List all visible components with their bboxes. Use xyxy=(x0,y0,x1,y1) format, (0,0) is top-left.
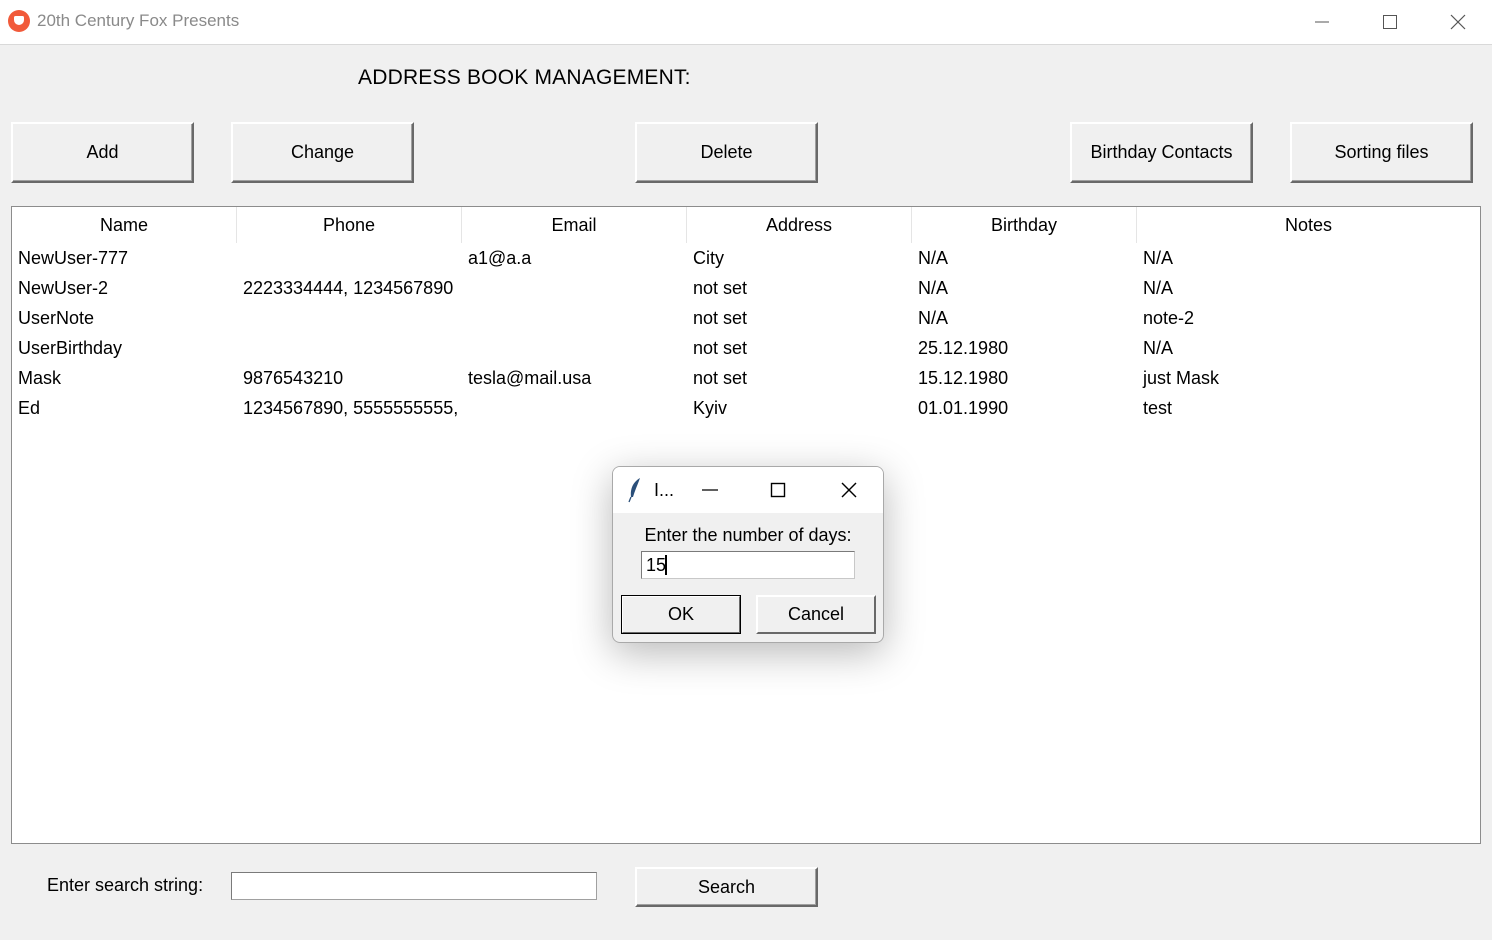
cell-email xyxy=(462,393,687,423)
cell-address: not set xyxy=(693,368,748,388)
column-header-phone[interactable]: Phone xyxy=(237,207,462,243)
cell-birthday: 01.01.1990 xyxy=(918,398,1009,418)
cell-name: UserBirthday xyxy=(18,338,123,358)
cell-notes: note-2 xyxy=(1143,308,1195,328)
table-row[interactable]: Mask 9876543210 tesla@mail.usa not set 1… xyxy=(12,363,1480,393)
cell-birthday: N/A xyxy=(918,248,949,268)
table-row[interactable]: UserBirthday not set 25.12.1980 N/A xyxy=(12,333,1480,363)
column-header-email[interactable]: Email xyxy=(462,207,687,243)
cell-phone: 9876543210 xyxy=(243,368,344,388)
cell-name: UserNote xyxy=(18,308,95,328)
cell-address: Kyiv xyxy=(693,398,728,418)
table-row[interactable]: UserNote not set N/A note-2 xyxy=(12,303,1480,333)
search-input[interactable] xyxy=(231,872,597,900)
close-icon xyxy=(1450,14,1466,30)
delete-button[interactable]: Delete xyxy=(635,122,818,183)
dialog-close-button[interactable] xyxy=(834,475,864,505)
cell-notes: just Mask xyxy=(1143,368,1220,388)
search-button[interactable]: Search xyxy=(635,867,818,907)
minimize-icon xyxy=(1315,21,1329,23)
table-row[interactable]: Ed 1234567890, 5555555555, 11 Kyiv 01.01… xyxy=(12,393,1480,423)
add-button[interactable]: Add xyxy=(11,122,194,183)
cell-name: NewUser-2 xyxy=(18,278,109,298)
cell-email xyxy=(462,273,687,303)
cell-notes: N/A xyxy=(1143,248,1174,268)
cell-address: not set xyxy=(693,278,748,298)
days-input-value: 15 xyxy=(646,555,667,575)
cell-birthday: N/A xyxy=(918,278,949,298)
table-row[interactable]: NewUser-2 2223334444, 1234567890 not set… xyxy=(12,273,1480,303)
text-caret xyxy=(665,555,668,575)
cell-address: City xyxy=(693,248,724,268)
close-icon xyxy=(841,482,857,498)
cell-name: NewUser-777 xyxy=(18,248,129,268)
cell-birthday: 15.12.1980 xyxy=(918,368,1009,388)
fox-icon xyxy=(8,10,30,32)
cell-email: tesla@mail.usa xyxy=(468,368,592,388)
sorting-files-button[interactable]: Sorting files xyxy=(1290,122,1473,183)
page-title: ADDRESS BOOK MANAGEMENT: xyxy=(358,66,691,89)
cell-notes: N/A xyxy=(1143,338,1174,358)
search-label: Enter search string: xyxy=(47,875,204,895)
dialog-minimize-button[interactable] xyxy=(695,475,725,505)
cell-phone xyxy=(237,303,462,333)
column-header-notes[interactable]: Notes xyxy=(1137,207,1480,243)
minimize-button[interactable] xyxy=(1288,0,1356,44)
days-input-dialog: I... Enter the number of days: 15 OK Can… xyxy=(612,466,884,643)
feather-icon xyxy=(628,478,640,503)
cell-notes: N/A xyxy=(1143,278,1174,298)
maximize-icon xyxy=(1383,15,1397,29)
cell-phone: 1234567890, 5555555555, 11 xyxy=(243,398,462,418)
ok-button[interactable]: OK xyxy=(621,595,741,634)
table-header: Name Phone Email Address Birthday Notes xyxy=(12,207,1480,243)
column-header-birthday[interactable]: Birthday xyxy=(912,207,1137,243)
maximize-icon xyxy=(770,482,786,498)
cell-name: Mask xyxy=(18,368,62,388)
close-button[interactable] xyxy=(1424,0,1492,44)
cell-phone: 2223334444, 1234567890 xyxy=(243,278,454,298)
minimize-icon xyxy=(702,489,718,491)
cell-name: Ed xyxy=(18,398,41,418)
cell-phone xyxy=(237,243,462,273)
change-button[interactable]: Change xyxy=(231,122,414,183)
dialog-maximize-button[interactable] xyxy=(763,475,793,505)
table-row[interactable]: NewUser-777 a1@a.a City N/A N/A xyxy=(12,243,1480,273)
cancel-button[interactable]: Cancel xyxy=(756,595,876,634)
cell-address: not set xyxy=(693,338,748,358)
cell-address: not set xyxy=(693,308,748,328)
cell-email xyxy=(462,303,687,333)
dialog-prompt: Enter the number of days: xyxy=(644,525,852,545)
column-header-address[interactable]: Address xyxy=(687,207,912,243)
column-header-name[interactable]: Name xyxy=(12,207,237,243)
cell-birthday: 25.12.1980 xyxy=(918,338,1009,358)
cell-email xyxy=(462,333,687,363)
dialog-titlebar: I... xyxy=(613,467,883,513)
maximize-button[interactable] xyxy=(1356,0,1424,44)
dialog-title: I... xyxy=(654,480,675,500)
birthday-contacts-button[interactable]: Birthday Contacts xyxy=(1070,122,1253,183)
cell-phone xyxy=(237,333,462,363)
days-input[interactable]: 15 xyxy=(641,551,855,579)
window-title: 20th Century Fox Presents xyxy=(37,11,240,30)
cell-notes: test xyxy=(1143,398,1173,418)
window-titlebar: 20th Century Fox Presents xyxy=(0,0,1492,45)
cell-email: a1@a.a xyxy=(468,248,532,268)
cell-birthday: N/A xyxy=(918,308,949,328)
